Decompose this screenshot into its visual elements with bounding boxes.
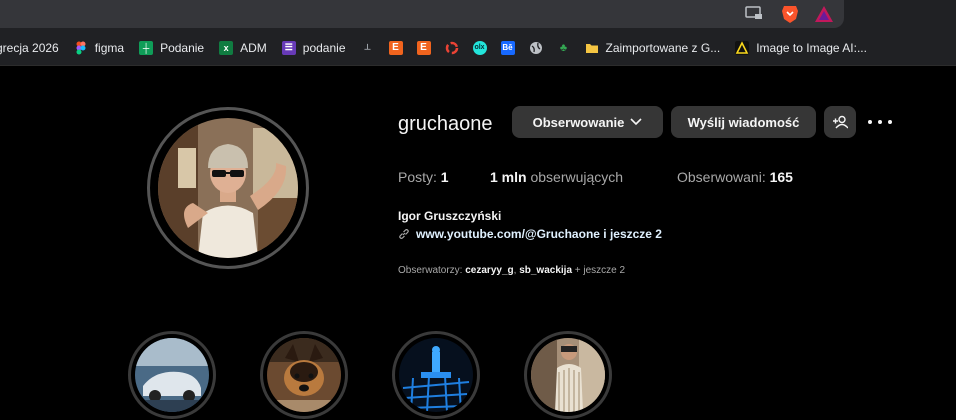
browser-toolbar — [0, 0, 956, 30]
etsy-icon: E — [416, 40, 431, 55]
cast-icon[interactable] — [745, 6, 763, 20]
ring-icon — [445, 41, 458, 54]
following-count[interactable]: Obserwowani: 165 — [677, 169, 793, 185]
olx-icon: olx — [472, 40, 487, 55]
profile-avatar[interactable] — [147, 107, 309, 269]
bookmark-leaf[interactable]: ♣ — [557, 30, 571, 65]
rewards-icon[interactable] — [814, 5, 834, 23]
suggest-users-button[interactable] — [824, 106, 856, 138]
bookmarks-bar: grecja 2026 figma ┼ Podanie x ADM ☰ poda… — [0, 30, 956, 66]
highlight-cover — [399, 338, 473, 412]
bookmark-ring[interactable] — [445, 30, 459, 65]
profile-full-name: Igor Gruszczyński — [398, 209, 502, 223]
link-icon — [399, 229, 409, 239]
profile-username: gruchaone — [398, 113, 493, 135]
forms-icon: ☰ — [281, 40, 296, 55]
following-button[interactable]: Obserwowanie — [512, 106, 663, 138]
followers-count[interactable]: 1 mln obserwujących — [490, 169, 623, 185]
leaf-icon: ♣ — [559, 41, 568, 54]
highlight-cover — [531, 338, 605, 412]
add-user-icon — [833, 115, 848, 129]
mutual-follower-2[interactable]: sb_wackija — [519, 265, 572, 276]
story-highlight-3[interactable] — [392, 331, 480, 419]
posts-count: Posty: 1 — [398, 169, 449, 185]
bookmark-adm[interactable]: x ADM — [219, 30, 267, 65]
bookmark-label: Image to Image AI:... — [756, 40, 867, 55]
ai-icon — [735, 40, 750, 55]
highlight-cover — [267, 338, 341, 412]
bookmark-label: Zaimportowane z G... — [605, 40, 721, 55]
sheets-icon: ┼ — [139, 40, 154, 55]
bookmark-label: ADM — [240, 40, 267, 55]
bookmark-label: figma — [94, 40, 125, 55]
send-message-label: Wyślij wiadomość — [687, 114, 800, 130]
bookmark-figma[interactable]: figma — [74, 30, 125, 65]
send-message-button[interactable]: Wyślij wiadomość — [671, 106, 816, 138]
bookmark-olx[interactable]: olx — [472, 30, 487, 65]
tool-icon: ⟂ — [364, 42, 371, 52]
following-button-label: Obserwowanie — [532, 114, 625, 130]
bookmark-label: Podanie — [160, 40, 205, 55]
profile-link[interactable]: www.youtube.com/@Gruchaone i jeszcze 2 — [398, 227, 662, 241]
behance-icon: Bē — [500, 40, 515, 55]
figma-icon — [76, 41, 86, 54]
avatar-photo — [158, 118, 298, 258]
globe-icon — [529, 41, 542, 54]
story-highlight-2[interactable] — [260, 331, 348, 419]
etsy-icon: E — [388, 40, 403, 55]
folder-icon — [585, 43, 598, 53]
bookmark-tool[interactable]: ⟂ — [361, 30, 375, 65]
bookmark-grecja[interactable]: grecja 2026 — [0, 30, 59, 65]
bookmark-image-ai[interactable]: Image to Image AI:... — [735, 30, 867, 65]
mutual-followers[interactable]: Obserwatorzy: cezaryy_g, sb_wackija + je… — [398, 265, 625, 276]
more-options-icon[interactable] — [868, 112, 892, 132]
address-bar[interactable] — [0, 0, 844, 28]
chevron-down-icon — [630, 118, 642, 126]
bookmark-folder[interactable]: Zaimportowane z G... — [585, 30, 721, 65]
brave-icon[interactable] — [781, 4, 799, 24]
story-highlight-1[interactable] — [128, 331, 216, 419]
profile-link-text: www.youtube.com/@Gruchaone i jeszcze 2 — [416, 227, 662, 241]
excel-icon: x — [219, 40, 234, 55]
story-highlight-4[interactable] — [524, 331, 612, 419]
bookmark-label: grecja 2026 — [0, 40, 59, 55]
mutual-follower-1[interactable]: cezaryy_g — [465, 265, 513, 276]
bookmark-etsy-2[interactable]: E — [416, 30, 431, 65]
bookmark-etsy-1[interactable]: E — [388, 30, 403, 65]
bookmark-label: podanie — [302, 40, 346, 55]
bookmark-behance[interactable]: Bē — [500, 30, 515, 65]
bookmark-podanie-forms[interactable]: ☰ podanie — [281, 30, 346, 65]
bookmark-globe[interactable] — [529, 30, 543, 65]
highlight-cover — [135, 338, 209, 412]
bookmark-podanie-sheets[interactable]: ┼ Podanie — [139, 30, 205, 65]
